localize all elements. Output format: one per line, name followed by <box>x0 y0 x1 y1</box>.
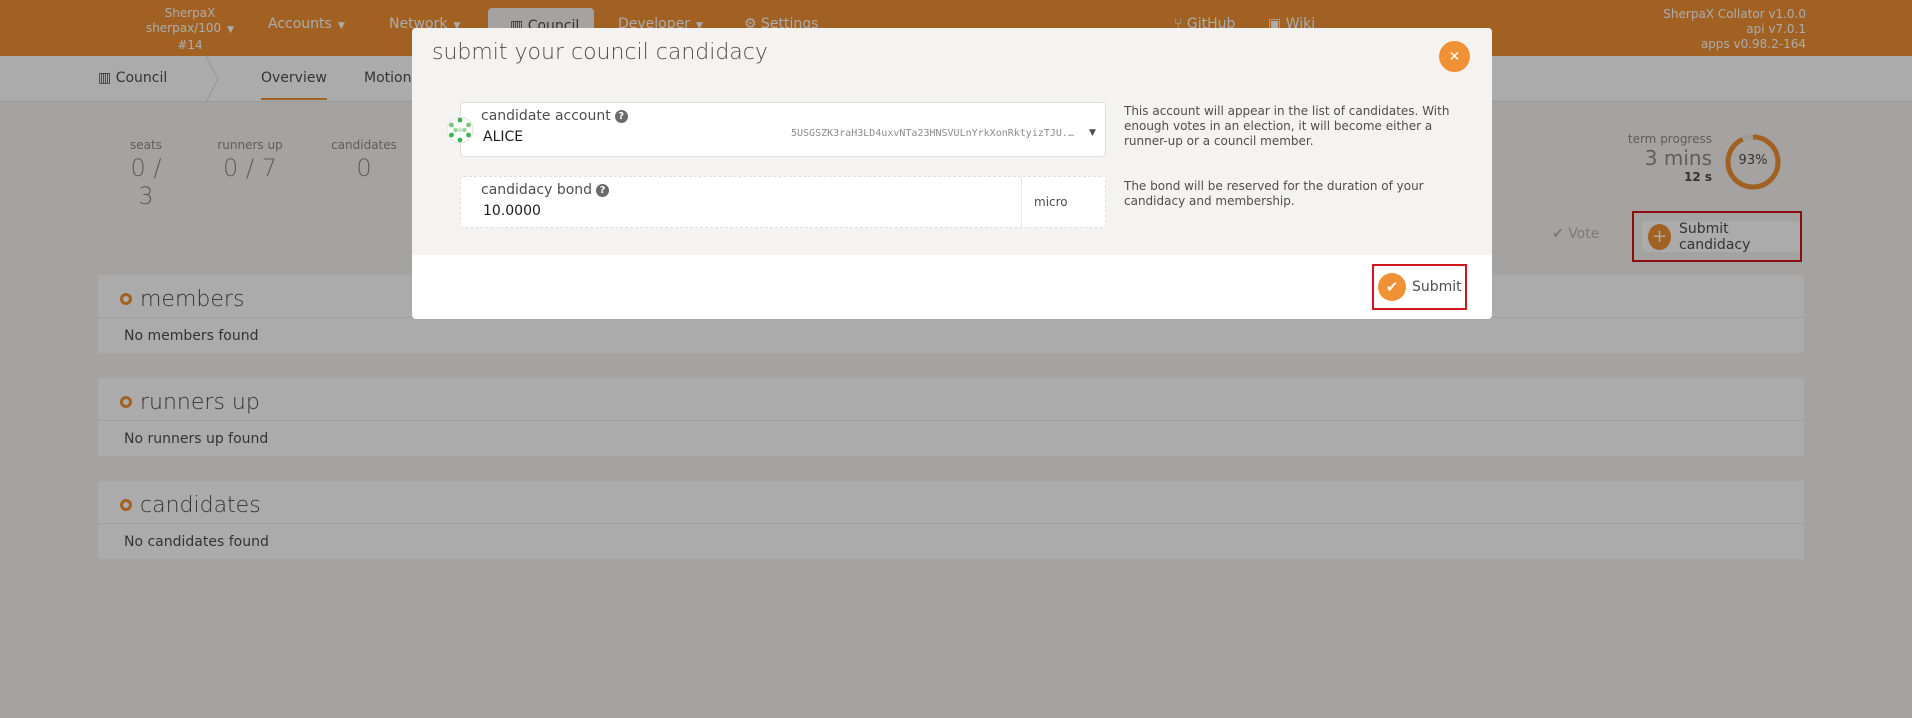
modal-content: submit your council candidacy ✕ candidat… <box>412 28 1492 255</box>
candidate-account-help: This account will appear in the list of … <box>1124 104 1450 148</box>
candidate-account-name: ALICE <box>483 129 524 145</box>
candidate-account-select[interactable]: candidate account? ALICE 5USGSZK3raH3LD4… <box>460 102 1106 157</box>
candidacy-bond-input[interactable]: 10.0000 <box>483 203 541 219</box>
help-icon[interactable]: ? <box>614 110 628 123</box>
candidacy-bond-label-text: candidacy bond <box>481 182 593 198</box>
chevron-down-icon: ▼ <box>1089 128 1096 138</box>
modal-submit-highlight: ✔ Submit <box>1372 264 1467 310</box>
check-icon: ✔ <box>1378 273 1406 301</box>
modal-title: submit your council candidacy <box>432 40 768 65</box>
candidate-account-address: 5USGSZK3raH3LD4uxvNTa23HNSVULnYrkXonRkty… <box>791 128 1077 139</box>
help-icon[interactable]: ? <box>596 184 610 197</box>
candidacy-bond-label: candidacy bond? <box>481 182 610 198</box>
candidacy-bond-help: The bond will be reserved for the durati… <box>1124 179 1424 208</box>
candidate-account-label: candidate account? <box>481 108 628 124</box>
account-identicon <box>446 116 474 144</box>
modal-submit-label: Submit <box>1412 279 1462 295</box>
close-button[interactable]: ✕ <box>1439 41 1470 72</box>
candidate-account-label-text: candidate account <box>481 108 611 124</box>
candidacy-bond-field: candidacy bond? 10.0000 micro <box>460 176 1106 228</box>
candidacy-modal: submit your council candidacy ✕ candidat… <box>412 28 1492 319</box>
close-icon: ✕ <box>1448 48 1461 65</box>
bond-unit-select[interactable]: micro <box>1021 177 1105 227</box>
modal-submit-button[interactable]: ✔ Submit <box>1378 270 1462 304</box>
